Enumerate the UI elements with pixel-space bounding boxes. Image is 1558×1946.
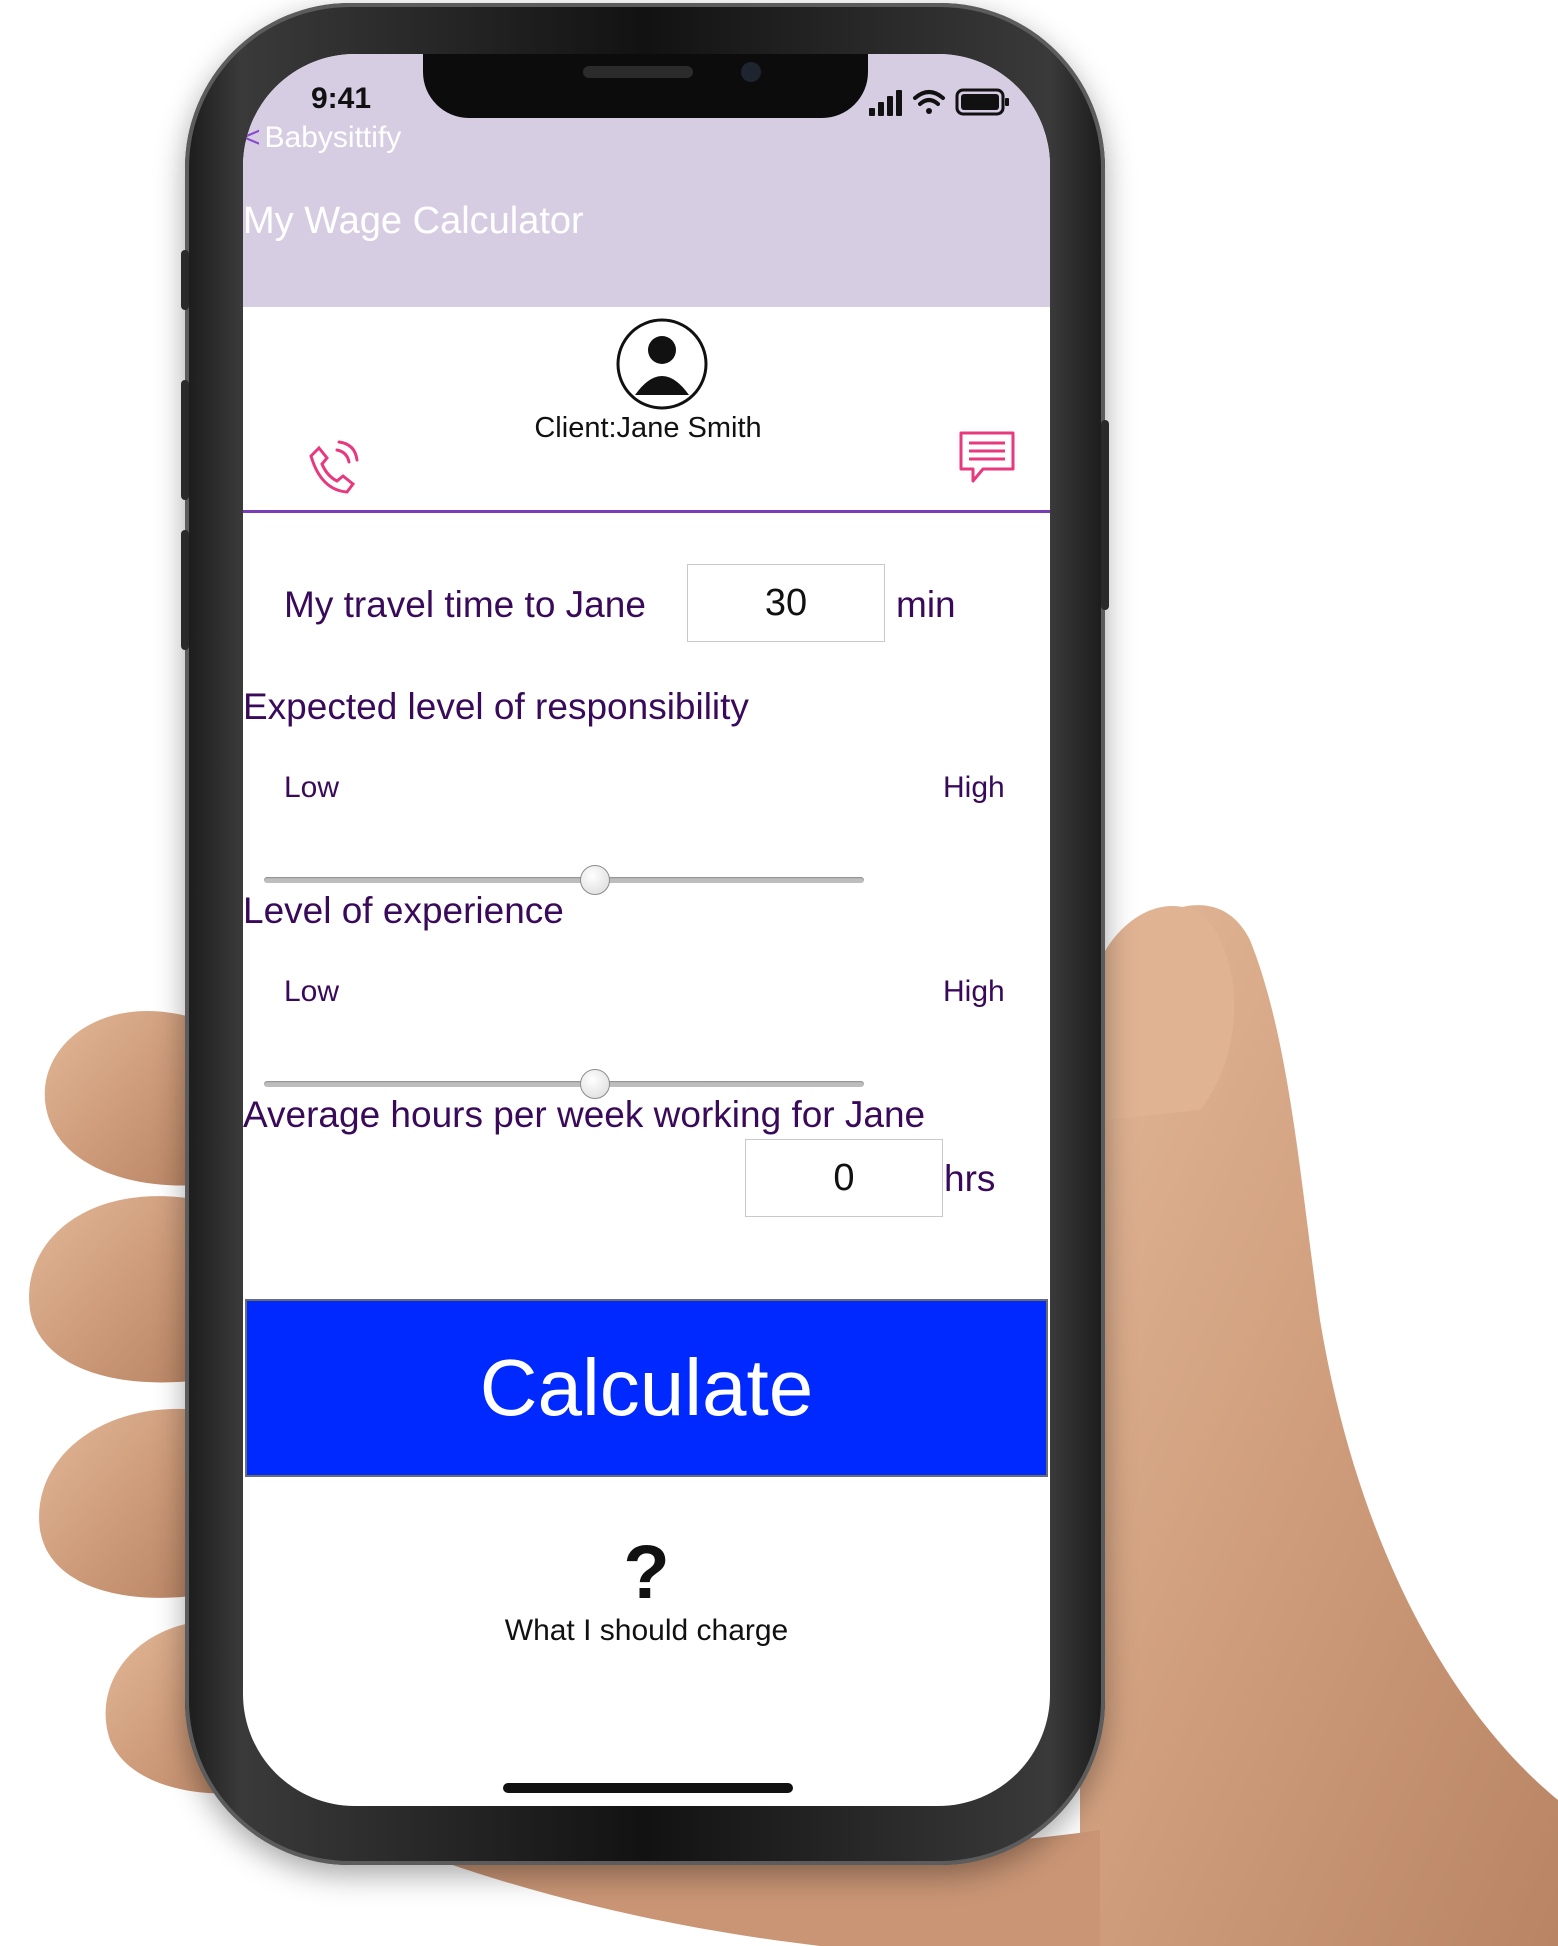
chat-icon[interactable] xyxy=(957,429,1017,494)
status-icons xyxy=(869,86,1019,127)
phone-icon[interactable] xyxy=(301,434,365,503)
experience-high-label: High xyxy=(943,975,1005,1008)
what-to-charge-label[interactable]: What I should charge xyxy=(243,1614,1050,1648)
client-name: Client:Jane Smith xyxy=(534,412,762,444)
user-avatar-icon xyxy=(615,317,709,416)
camera-icon xyxy=(741,62,761,82)
home-indicator xyxy=(503,1783,793,1793)
back-label: Babysittify xyxy=(264,121,402,154)
hours-label: Average hours per week working for Jane xyxy=(243,1094,926,1135)
responsibility-slider-track xyxy=(264,877,864,883)
hours-input[interactable] xyxy=(745,1139,943,1217)
power-button xyxy=(1101,420,1109,610)
responsibility-slider-thumb[interactable] xyxy=(580,865,610,895)
back-chevron-icon: < xyxy=(243,121,261,154)
header-divider xyxy=(243,510,1050,513)
phone-screen: 9:41 < Babysittify My Wage Calculator Cl… xyxy=(243,54,1050,1806)
mute-switch xyxy=(181,250,189,310)
calculate-button[interactable]: Calculate xyxy=(245,1299,1048,1477)
notch xyxy=(423,54,868,118)
experience-low-label: Low xyxy=(284,975,340,1008)
travel-time-input[interactable] xyxy=(687,564,885,642)
status-time: 9:41 xyxy=(311,82,372,115)
volume-down-button xyxy=(181,530,189,650)
responsibility-low-label: Low xyxy=(284,771,340,804)
experience-slider-track xyxy=(264,1081,864,1087)
question-mark-icon[interactable]: ? xyxy=(243,1529,1050,1616)
travel-time-unit: min xyxy=(896,584,956,625)
responsibility-high-label: High xyxy=(943,771,1005,804)
battery-icon xyxy=(955,88,1009,116)
speaker-grille xyxy=(583,66,693,78)
hours-unit: hrs xyxy=(944,1158,996,1199)
volume-up-button xyxy=(181,380,189,500)
signal-icon xyxy=(869,90,902,116)
page-title: My Wage Calculator xyxy=(243,200,584,242)
experience-label: Level of experience xyxy=(243,890,564,931)
wifi-icon xyxy=(913,90,945,114)
responsibility-label: Expected level of responsibility xyxy=(243,686,749,727)
back-button[interactable]: < Babysittify xyxy=(243,121,401,155)
travel-time-label: My travel time to Jane xyxy=(284,584,646,625)
